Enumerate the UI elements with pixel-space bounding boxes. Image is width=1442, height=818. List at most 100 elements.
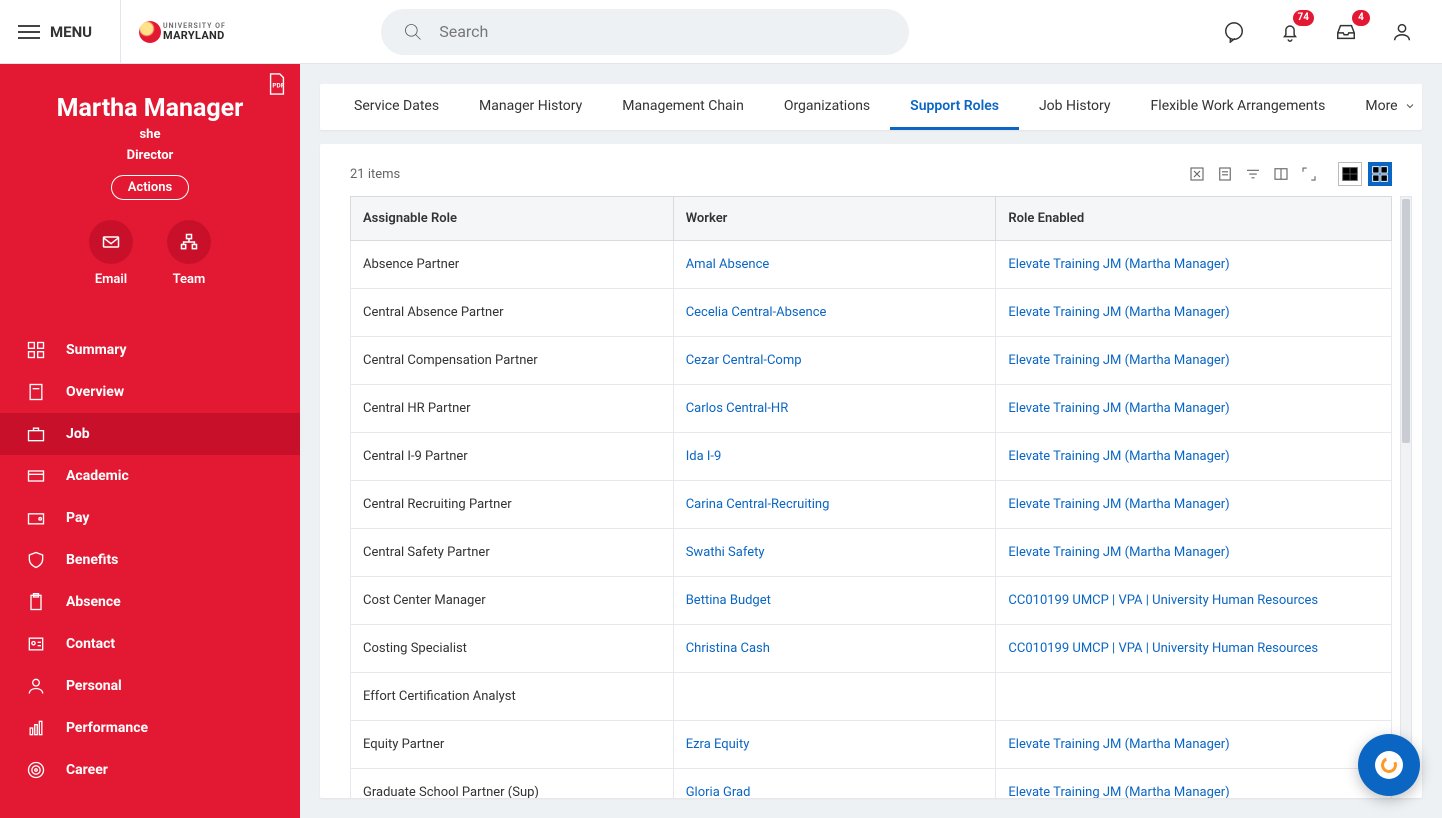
nav-performance[interactable]: Performance bbox=[0, 707, 300, 749]
topbar: MENU UNIVERSITY OF MARYLAND Search 74 4 bbox=[0, 0, 1442, 64]
worker-link[interactable]: Cecelia Central-Absence bbox=[686, 305, 827, 320]
worker-link[interactable]: Carina Central-Recruiting bbox=[686, 497, 830, 512]
email-button[interactable]: Email bbox=[89, 220, 133, 287]
cell-role: Central I-9 Partner bbox=[351, 433, 674, 481]
role-enabled-link[interactable]: Elevate Training JM (Martha Manager) bbox=[1008, 305, 1229, 320]
cell-role: Absence Partner bbox=[351, 241, 674, 289]
profile-block: Martha Manager she Director Actions Emai… bbox=[0, 64, 300, 305]
logo-globe-icon bbox=[139, 21, 161, 43]
worker-link[interactable]: Swathi Safety bbox=[686, 545, 765, 560]
shield-icon bbox=[26, 550, 46, 570]
table-row: Effort Certification Analyst bbox=[351, 673, 1392, 721]
help-fab[interactable] bbox=[1358, 734, 1420, 796]
columns-icon bbox=[1272, 165, 1290, 183]
nav-career[interactable]: Career bbox=[0, 749, 300, 791]
team-button[interactable]: Team bbox=[167, 220, 211, 287]
export-pdf-button[interactable]: PDF bbox=[266, 72, 288, 96]
role-enabled-link[interactable]: Elevate Training JM (Martha Manager) bbox=[1008, 401, 1229, 416]
cell-role: Central Safety Partner bbox=[351, 529, 674, 577]
worker-link[interactable]: Gloria Grad bbox=[686, 785, 751, 798]
menu-button[interactable]: MENU bbox=[18, 23, 92, 41]
worker-link[interactable]: Bettina Budget bbox=[686, 593, 771, 608]
grid-icon bbox=[1369, 163, 1391, 185]
tab-flexible-work[interactable]: Flexible Work Arrangements bbox=[1131, 84, 1346, 130]
table-row: Cost Center ManagerBettina BudgetCC01019… bbox=[351, 577, 1392, 625]
notifications-button[interactable]: 74 bbox=[1276, 18, 1304, 46]
role-enabled-link[interactable]: Elevate Training JM (Martha Manager) bbox=[1008, 353, 1229, 368]
person-icon bbox=[1391, 21, 1413, 43]
nav-personal[interactable]: Personal bbox=[0, 665, 300, 707]
tab-support-roles[interactable]: Support Roles bbox=[890, 84, 1019, 130]
divider bbox=[120, 0, 121, 64]
col-assignable-role[interactable]: Assignable Role bbox=[351, 197, 674, 241]
nav-contact[interactable]: Contact bbox=[0, 623, 300, 665]
worker-link[interactable]: Cezar Central-Comp bbox=[686, 353, 802, 368]
nav-pay[interactable]: Pay bbox=[0, 497, 300, 539]
main-area: Service Dates Manager History Management… bbox=[300, 64, 1442, 818]
card-view-button[interactable] bbox=[1368, 162, 1392, 186]
nav-benefits[interactable]: Benefits bbox=[0, 539, 300, 581]
cell-enabled: CC010199 UMCP | VPA | University Human R… bbox=[996, 577, 1392, 625]
fullscreen-button[interactable] bbox=[1298, 163, 1320, 185]
brand-logo[interactable]: UNIVERSITY OF MARYLAND bbox=[139, 21, 226, 43]
role-enabled-link[interactable]: Elevate Training JM (Martha Manager) bbox=[1008, 737, 1229, 752]
col-worker[interactable]: Worker bbox=[673, 197, 996, 241]
table-row: Central Recruiting PartnerCarina Central… bbox=[351, 481, 1392, 529]
role-enabled-link[interactable]: Elevate Training JM (Martha Manager) bbox=[1008, 497, 1229, 512]
role-enabled-link[interactable]: CC010199 UMCP | VPA | University Human R… bbox=[1008, 593, 1318, 608]
role-enabled-link[interactable]: CC010199 UMCP | VPA | University Human R… bbox=[1008, 641, 1318, 656]
cell-worker bbox=[673, 673, 996, 721]
worker-link[interactable]: Carlos Central-HR bbox=[686, 401, 789, 416]
vertical-scrollbar[interactable] bbox=[1400, 196, 1412, 778]
chat-icon bbox=[1223, 21, 1245, 43]
inbox-badge: 4 bbox=[1352, 10, 1370, 26]
tab-job-history[interactable]: Job History bbox=[1019, 84, 1131, 130]
tab-manager-history[interactable]: Manager History bbox=[459, 84, 602, 130]
top-icon-bar: 74 4 bbox=[1220, 18, 1424, 46]
pdf-icon: PDF bbox=[266, 72, 288, 96]
worker-link[interactable]: Christina Cash bbox=[686, 641, 770, 656]
role-enabled-link[interactable]: Elevate Training JM (Martha Manager) bbox=[1008, 785, 1229, 798]
col-role-enabled[interactable]: Role Enabled bbox=[996, 197, 1392, 241]
cell-worker: Amal Absence bbox=[673, 241, 996, 289]
profile-title: Director bbox=[16, 148, 284, 163]
nav-summary[interactable]: Summary bbox=[0, 329, 300, 371]
cell-worker: Ezra Equity bbox=[673, 721, 996, 769]
filter-button[interactable] bbox=[1242, 163, 1264, 185]
cell-worker: Carlos Central-HR bbox=[673, 385, 996, 433]
actions-button[interactable]: Actions bbox=[111, 175, 190, 200]
worker-link[interactable]: Ida I-9 bbox=[686, 449, 722, 464]
nav-overview[interactable]: Overview bbox=[0, 371, 300, 413]
item-count: 21 items bbox=[350, 167, 400, 182]
tab-service-dates[interactable]: Service Dates bbox=[334, 84, 459, 130]
tab-more[interactable]: More bbox=[1345, 84, 1422, 130]
nav-job[interactable]: Job bbox=[0, 413, 300, 455]
excel-icon bbox=[1188, 165, 1206, 183]
worker-link[interactable]: Amal Absence bbox=[686, 257, 770, 272]
role-enabled-link[interactable]: Elevate Training JM (Martha Manager) bbox=[1008, 449, 1229, 464]
cell-worker: Gloria Grad bbox=[673, 769, 996, 799]
cell-role: Central HR Partner bbox=[351, 385, 674, 433]
worker-link[interactable]: Ezra Equity bbox=[686, 737, 750, 752]
cell-enabled: Elevate Training JM (Martha Manager) bbox=[996, 433, 1392, 481]
profile-button[interactable] bbox=[1388, 18, 1416, 46]
search-input[interactable]: Search bbox=[381, 9, 909, 55]
inbox-button[interactable]: 4 bbox=[1332, 18, 1360, 46]
export-excel-button[interactable] bbox=[1186, 163, 1208, 185]
tab-organizations[interactable]: Organizations bbox=[764, 84, 890, 130]
tabs-bar: Service Dates Manager History Management… bbox=[320, 84, 1422, 130]
columns-button[interactable] bbox=[1270, 163, 1292, 185]
expand-icon bbox=[1300, 165, 1318, 183]
grid-view-button[interactable] bbox=[1338, 162, 1362, 186]
role-enabled-link[interactable]: Elevate Training JM (Martha Manager) bbox=[1008, 257, 1229, 272]
nav-absence[interactable]: Absence bbox=[0, 581, 300, 623]
tab-management-chain[interactable]: Management Chain bbox=[602, 84, 764, 130]
role-enabled-link[interactable]: Elevate Training JM (Martha Manager) bbox=[1008, 545, 1229, 560]
table-scroll[interactable]: Assignable Role Worker Role Enabled Abse… bbox=[320, 196, 1422, 798]
table-row: Graduate School Partner (Sup)Gloria Grad… bbox=[351, 769, 1392, 799]
nav-academic[interactable]: Academic bbox=[0, 455, 300, 497]
scrollbar-thumb[interactable] bbox=[1402, 199, 1410, 443]
chat-button[interactable] bbox=[1220, 18, 1248, 46]
export-doc-button[interactable] bbox=[1214, 163, 1236, 185]
cell-worker: Swathi Safety bbox=[673, 529, 996, 577]
